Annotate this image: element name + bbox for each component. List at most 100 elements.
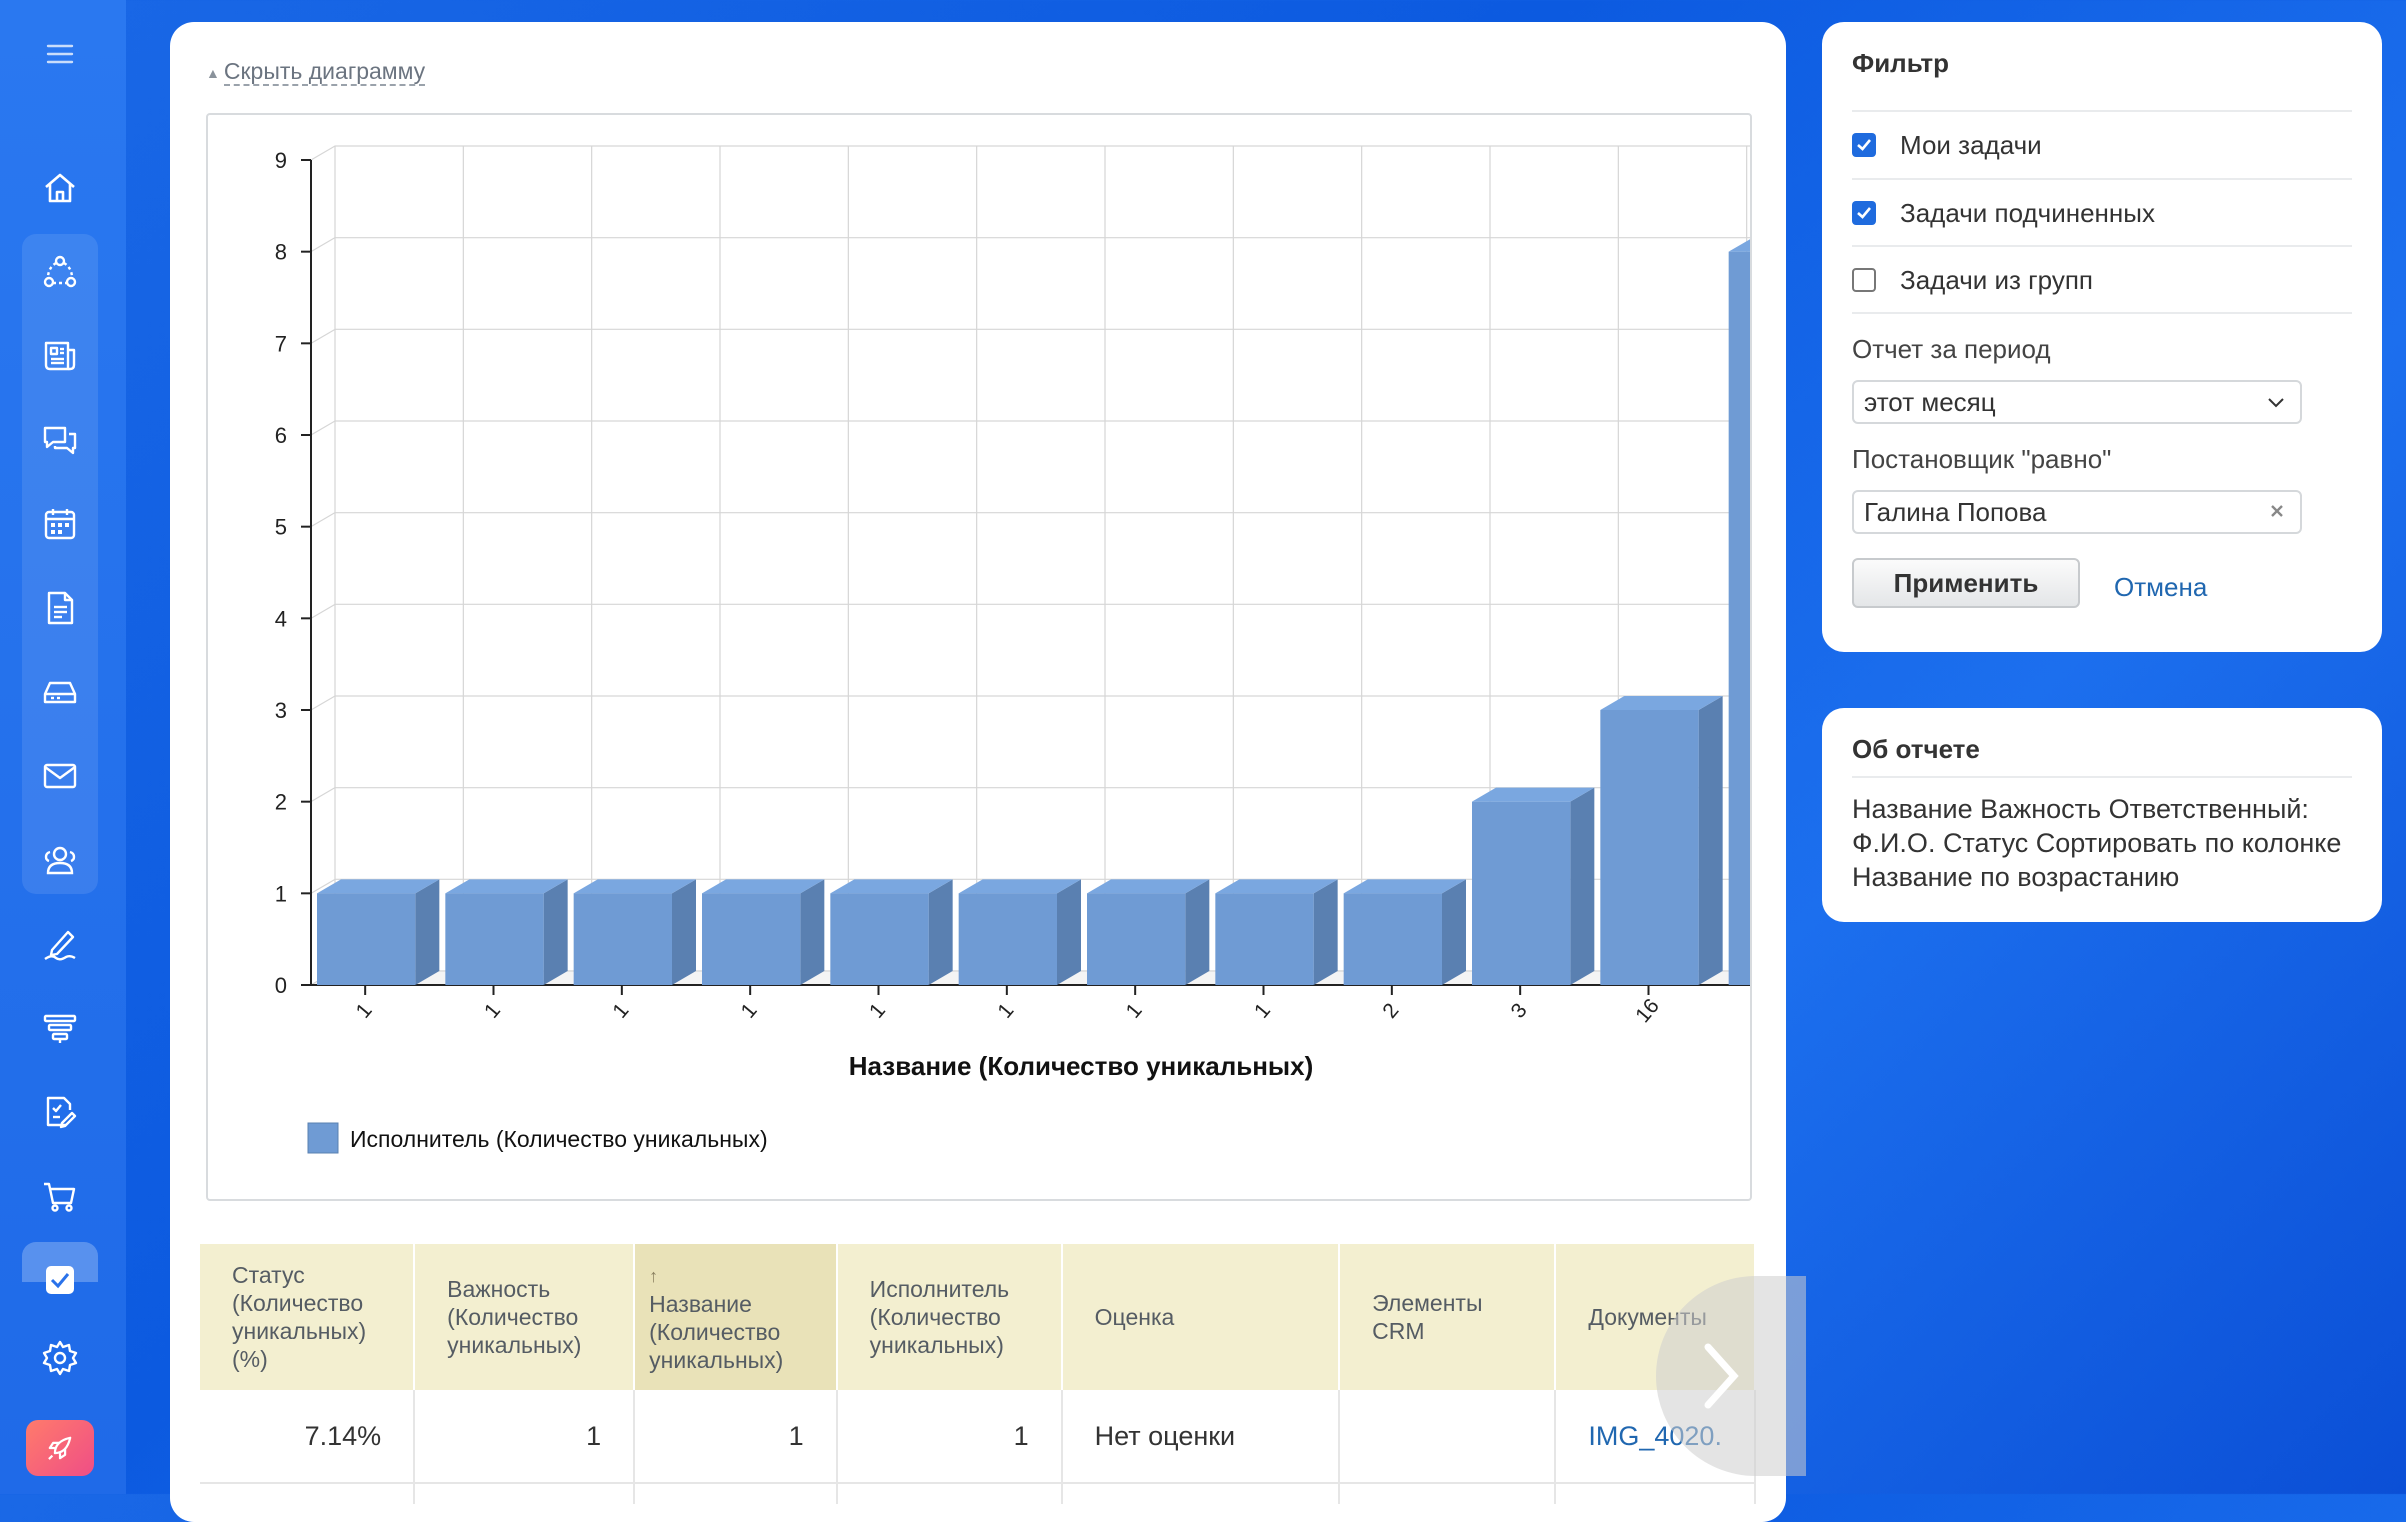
table-header-row: Статус (Количество уникальных) (%) Важно… <box>200 1244 1756 1390</box>
period-select[interactable]: этот месяц <box>1852 380 2302 424</box>
x-tick-label: 1 <box>1122 999 1147 1023</box>
checkbox-checked[interactable] <box>1852 201 1876 225</box>
document-icon[interactable] <box>34 582 86 634</box>
cancel-link[interactable]: Отмена <box>2114 572 2207 603</box>
chevron-down-icon <box>2268 398 2284 408</box>
bar <box>573 893 672 985</box>
cart-icon[interactable] <box>34 1170 86 1222</box>
left-sidebar <box>0 0 126 1494</box>
gridline-depth <box>310 420 336 436</box>
checkbox-unchecked[interactable] <box>1852 268 1876 292</box>
gridline-depth <box>310 787 336 803</box>
creator-input[interactable]: Галина Попова <box>1852 490 2302 534</box>
bar-chart: 012345678911111111231626Название (Количе… <box>275 145 1750 1154</box>
x-tick-label: 1 <box>737 999 762 1023</box>
about-report-panel: Об отчете Название Важность Ответственны… <box>1822 708 2382 922</box>
bar-side <box>928 879 953 985</box>
column-header-status[interactable]: Статус (Количество уникальных) (%) <box>200 1244 416 1390</box>
y-tick-label: 5 <box>275 515 287 540</box>
bar-side <box>1570 787 1595 985</box>
bar <box>1215 893 1314 985</box>
gridline-depth <box>310 328 336 344</box>
apply-button[interactable]: Применить <box>1852 558 2080 608</box>
bar-side <box>1057 879 1081 985</box>
checkbox-group-tasks[interactable]: Задачи из групп <box>1852 247 2352 313</box>
bar-side <box>1185 879 1210 985</box>
home-icon[interactable] <box>34 162 86 214</box>
bar <box>317 893 416 985</box>
tasks-edit-icon[interactable] <box>34 1086 86 1138</box>
y-tick-label: 6 <box>275 423 287 448</box>
x-tick-label: 1 <box>865 999 890 1023</box>
y-tick-label: 4 <box>275 606 287 631</box>
bar <box>1343 893 1442 985</box>
column-header-priority[interactable]: Важность (Количество уникальных) <box>414 1244 636 1390</box>
cell-rating: Нет оценки <box>1061 1390 1341 1484</box>
bar <box>958 893 1057 985</box>
column-header-crm[interactable]: Элементы CRM <box>1339 1244 1557 1390</box>
x-tick-label: 16 <box>1631 994 1664 1027</box>
column-header-assignee[interactable]: Исполнитель (Количество уникальных) <box>836 1244 1063 1390</box>
chevron-right-icon <box>1704 1343 1739 1409</box>
gridline-depth <box>310 512 336 528</box>
gridline-depth <box>310 145 336 161</box>
x-tick-label: 3 <box>1507 999 1532 1023</box>
x-axis-title: Название (Количество уникальных) <box>849 1051 1314 1081</box>
y-tick-label: 9 <box>275 148 287 173</box>
table-row: 7.14% 1 1 1 Нет оценки IMG_4020. <box>200 1390 1756 1484</box>
hide-chart-link[interactable]: ▲ Скрыть диаграмму <box>206 58 426 86</box>
legend-label: Исполнитель (Количество уникальных) <box>350 1126 768 1152</box>
checkbox-checked[interactable] <box>1852 133 1876 157</box>
bar-side <box>1698 696 1723 985</box>
bar-side <box>1442 879 1466 985</box>
clear-icon[interactable] <box>2266 500 2288 522</box>
mail-icon[interactable] <box>34 750 86 802</box>
cell-assignee: 1 <box>836 1390 1063 1484</box>
x-tick-label: 1 <box>993 999 1018 1023</box>
news-icon[interactable] <box>34 330 86 382</box>
bar <box>830 893 929 985</box>
signature-icon[interactable] <box>34 918 86 970</box>
bar <box>1600 710 1699 985</box>
column-header-title[interactable]: ↑Название (Количество уникальных) <box>634 1244 838 1390</box>
contacts-icon[interactable] <box>34 834 86 886</box>
about-title: Об отчете <box>1852 734 1980 764</box>
y-tick-label: 2 <box>275 790 287 815</box>
y-tick-label: 1 <box>275 881 287 906</box>
x-tick-label: 1 <box>1250 999 1275 1023</box>
bar <box>702 893 801 985</box>
x-tick-label: 1 <box>352 999 377 1023</box>
x-tick-label: 1 <box>608 999 633 1023</box>
gridline-depth <box>310 603 336 619</box>
checkbox-subordinate-tasks[interactable]: Задачи подчиненных <box>1852 180 2352 246</box>
bar-side <box>1313 879 1338 985</box>
gridline-depth <box>310 695 336 711</box>
divider <box>1852 312 2352 314</box>
settings-icon[interactable] <box>34 1332 86 1384</box>
cell-status: 7.14% <box>200 1390 416 1484</box>
rocket-icon[interactable] <box>26 1420 94 1476</box>
flow-icon[interactable] <box>34 246 86 298</box>
y-tick-label: 3 <box>275 698 287 723</box>
menu-icon[interactable] <box>34 28 86 80</box>
y-tick-label: 0 <box>275 973 287 998</box>
bar <box>445 893 544 985</box>
cell-priority: 1 <box>414 1390 636 1484</box>
calendar-icon[interactable] <box>34 498 86 550</box>
bar-side <box>800 879 825 985</box>
bar <box>1472 801 1571 985</box>
sidebar-item-tasks-active[interactable] <box>22 1242 98 1294</box>
cell-title: 1 <box>634 1390 838 1484</box>
drive-icon[interactable] <box>34 666 86 718</box>
sort-asc-icon: ↑ <box>649 1266 659 1286</box>
bar-side <box>415 879 440 985</box>
bar <box>1728 251 1750 985</box>
column-header-rating[interactable]: Оценка <box>1061 1244 1341 1390</box>
chat-icon[interactable] <box>34 414 86 466</box>
bar <box>1087 893 1186 985</box>
about-text: Название Важность Ответственный: Ф.И.О. … <box>1852 794 2342 892</box>
y-tick-label: 8 <box>275 240 287 265</box>
checkbox-my-tasks[interactable]: Мои задачи <box>1852 112 2352 178</box>
funnel-icon[interactable] <box>34 1002 86 1054</box>
bar-side <box>672 879 696 985</box>
